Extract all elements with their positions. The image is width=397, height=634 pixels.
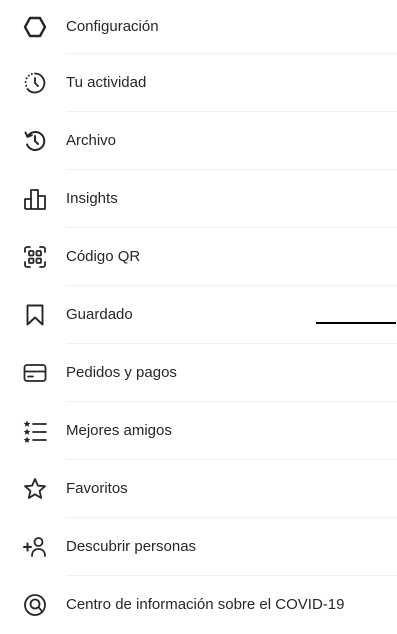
covid-info-icon <box>22 592 48 618</box>
menu-item-covid-info[interactable]: Centro de información sobre el COVID-19 <box>0 576 397 634</box>
menu-item-label: Mejores amigos <box>66 422 172 439</box>
star-icon <box>22 476 48 502</box>
settings-menu: Configuración Tu actividad Archivo Insig… <box>0 0 397 634</box>
menu-item-label: Pedidos y pagos <box>66 364 177 381</box>
archive-icon <box>22 128 48 154</box>
menu-item-codigo-qr[interactable]: Código QR <box>0 228 397 286</box>
menu-item-tu-actividad[interactable]: Tu actividad <box>0 54 397 112</box>
close-friends-list-icon <box>22 418 48 444</box>
menu-item-label: Archivo <box>66 132 117 149</box>
menu-item-label: Código QR <box>66 248 141 265</box>
insights-icon <box>22 186 48 212</box>
add-person-icon <box>22 534 48 560</box>
menu-item-label: Guardado <box>66 306 133 323</box>
menu-item-label: Configuración <box>66 18 159 35</box>
menu-item-label: Centro de información sobre el COVID-19 <box>66 596 345 613</box>
menu-item-mejores-amigos[interactable]: Mejores amigos <box>0 402 397 460</box>
menu-item-descubrir-personas[interactable]: Descubrir personas <box>0 518 397 576</box>
menu-item-label: Favoritos <box>66 480 128 497</box>
bookmark-icon <box>22 302 48 328</box>
qr-code-icon <box>22 244 48 270</box>
activity-icon <box>22 70 48 96</box>
drag-handle[interactable] <box>316 322 396 324</box>
menu-item-configuracion[interactable]: Configuración <box>0 0 397 54</box>
menu-item-label: Descubrir personas <box>66 538 197 555</box>
gear-icon <box>22 14 48 40</box>
menu-item-favoritos[interactable]: Favoritos <box>0 460 397 518</box>
credit-card-icon <box>22 360 48 386</box>
menu-item-archivo[interactable]: Archivo <box>0 112 397 170</box>
menu-item-label: Insights <box>66 190 118 207</box>
menu-item-insights[interactable]: Insights <box>0 170 397 228</box>
menu-item-pedidos-y-pagos[interactable]: Pedidos y pagos <box>0 344 397 402</box>
menu-item-guardado[interactable]: Guardado <box>0 286 397 344</box>
menu-item-label: Tu actividad <box>66 74 147 91</box>
